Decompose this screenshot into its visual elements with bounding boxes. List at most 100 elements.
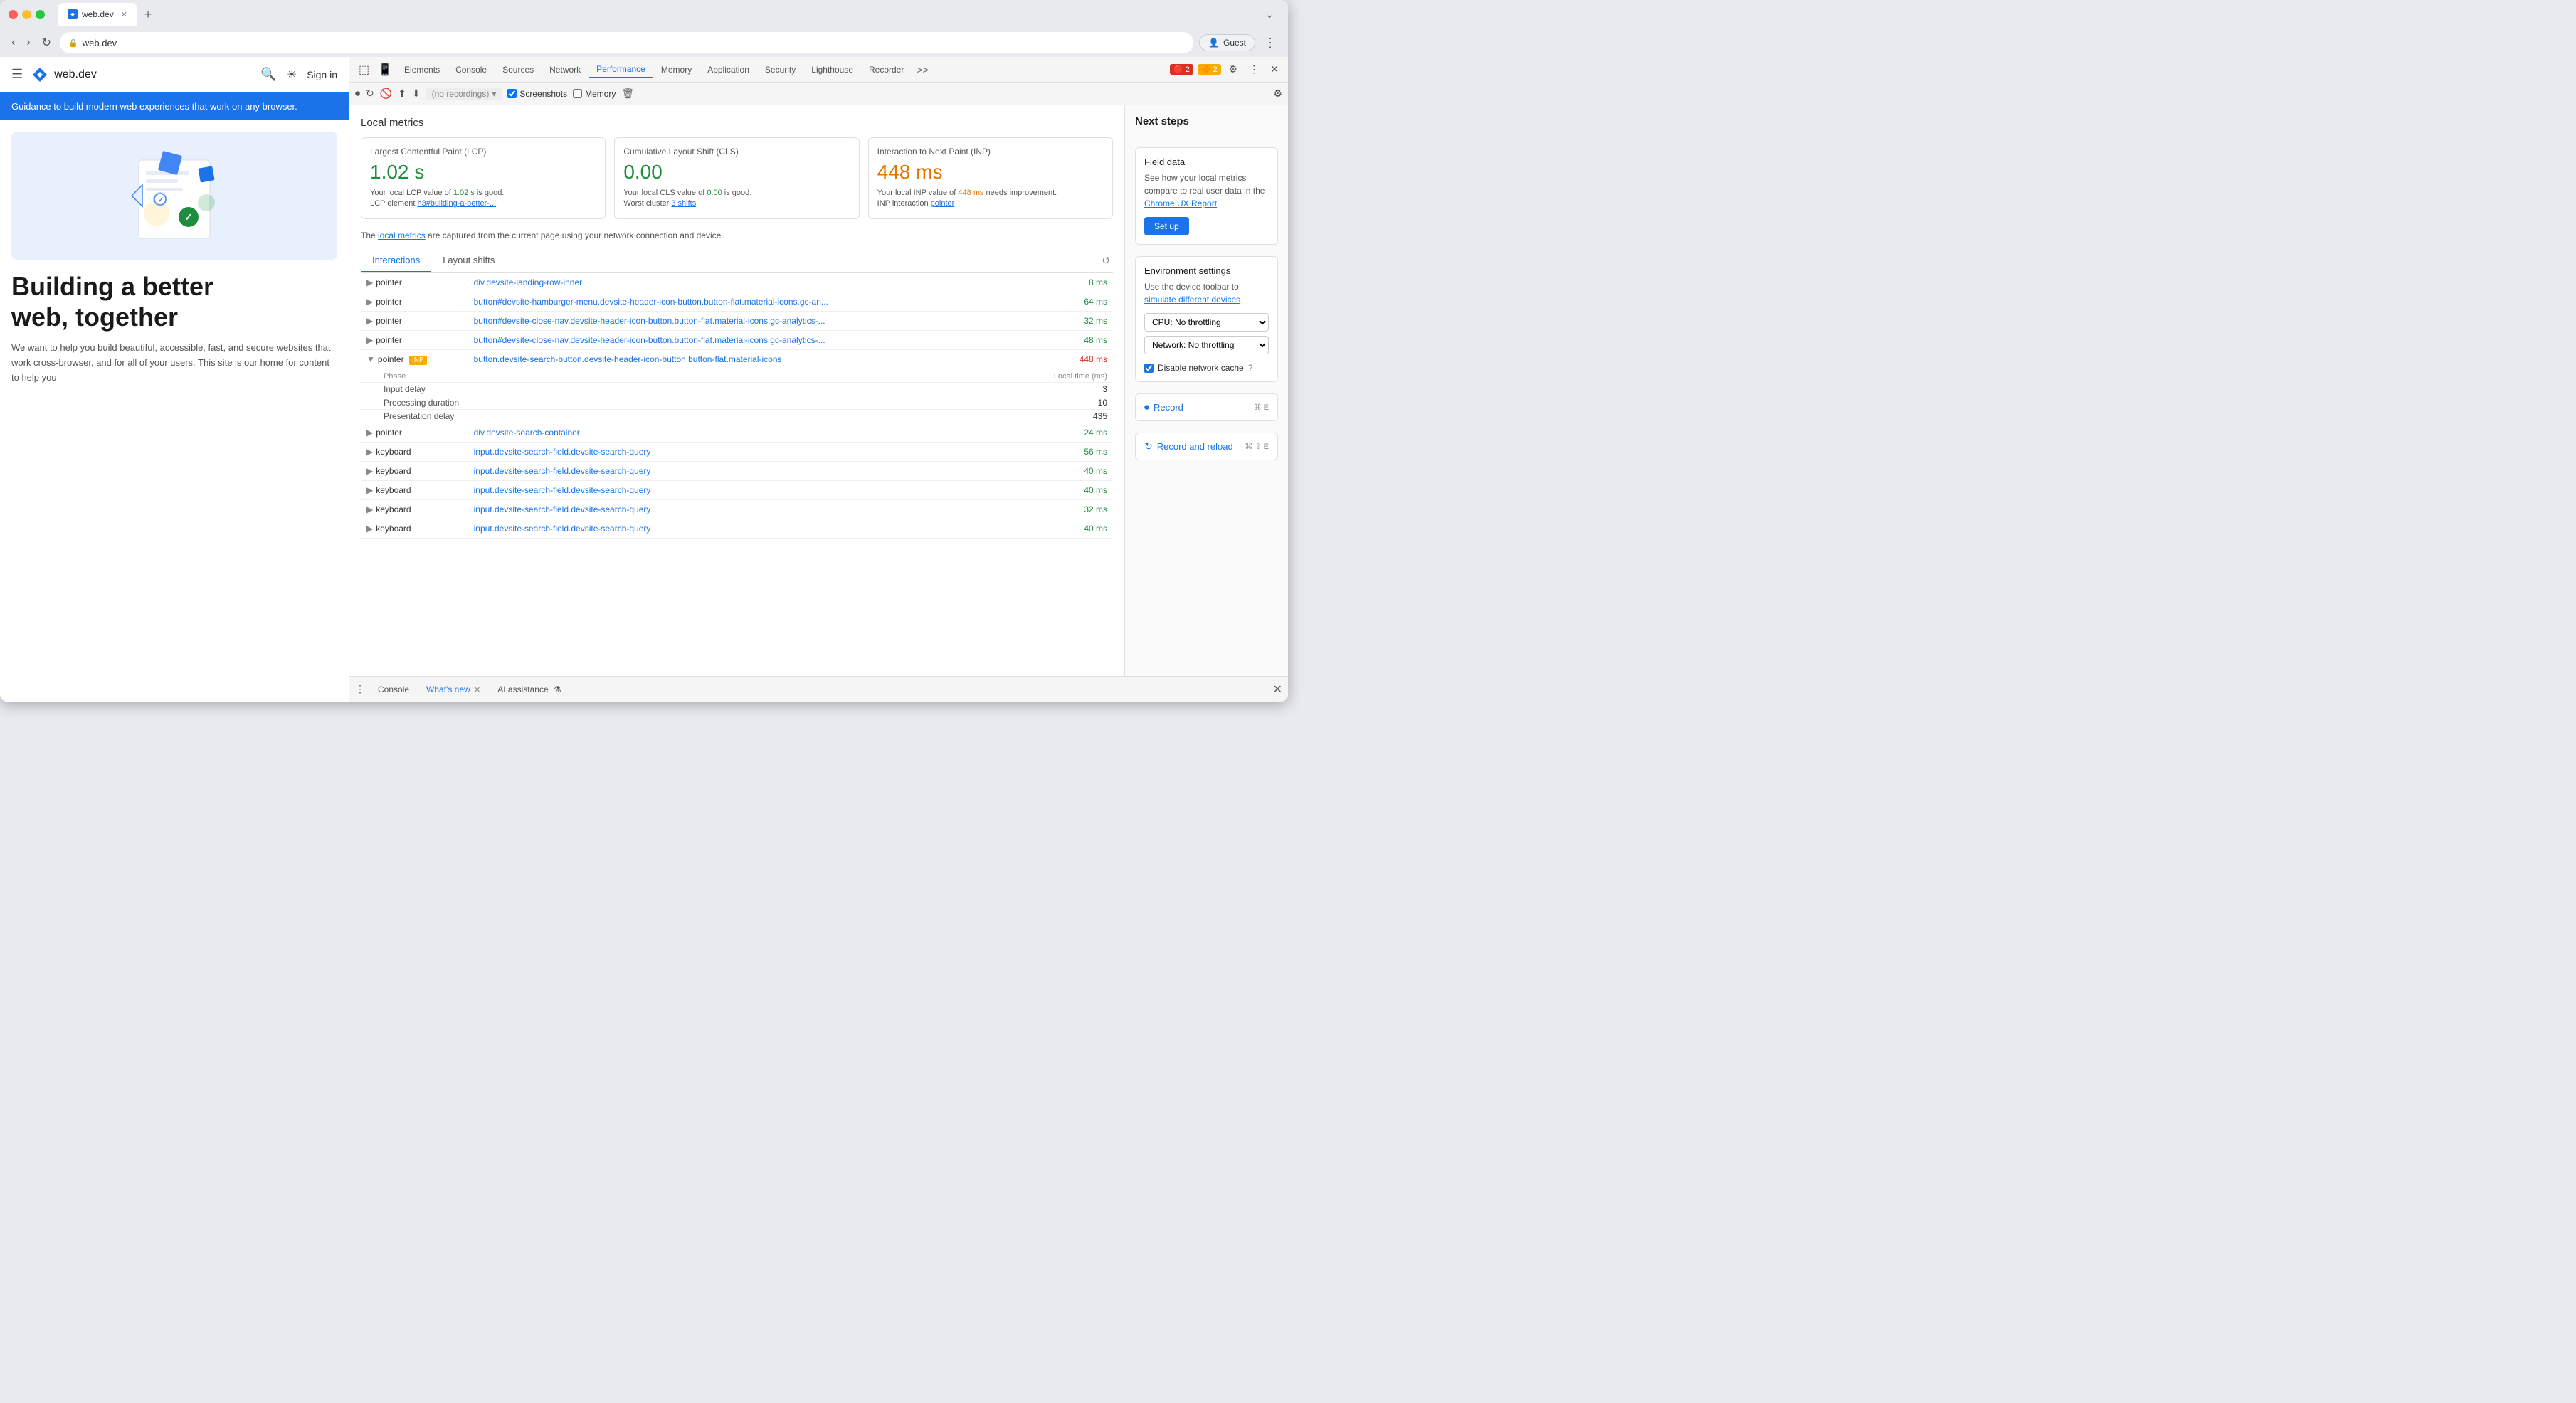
row-expand-button[interactable]: ▶ bbox=[366, 504, 373, 514]
reload-button[interactable]: ↻ bbox=[39, 33, 54, 53]
tab-security[interactable]: Security bbox=[758, 62, 803, 78]
row-expand-button[interactable]: ▶ bbox=[366, 524, 373, 534]
cpu-throttle-select[interactable]: CPU: No throttling CPU: 4× slowdown CPU:… bbox=[1144, 313, 1269, 332]
close-devtools-button[interactable]: ✕ bbox=[1267, 61, 1282, 78]
setup-button[interactable]: Set up bbox=[1144, 217, 1189, 235]
interaction-selector[interactable]: button#devsite-close-nav.devsite-header-… bbox=[474, 316, 825, 326]
bottom-tab-ai-assistance[interactable]: AI assistance ⚗ bbox=[490, 682, 568, 697]
chrome-ux-report-link[interactable]: Chrome UX Report bbox=[1144, 198, 1217, 208]
row-expand-button[interactable]: ▶ bbox=[366, 297, 373, 307]
disable-cache-checkbox[interactable] bbox=[1144, 364, 1154, 373]
row-expand-button[interactable]: ▶ bbox=[366, 277, 373, 287]
record-reload-button[interactable]: ↻ Record and reload ⌘ ⇧ E bbox=[1135, 433, 1278, 460]
maximize-traffic-light[interactable] bbox=[36, 10, 45, 19]
interaction-selector[interactable]: input.devsite-search-field.devsite-searc… bbox=[474, 504, 651, 514]
row-expand-button[interactable]: ▶ bbox=[366, 447, 373, 457]
bottom-tab-console[interactable]: Console bbox=[371, 682, 416, 697]
lcp-element-link[interactable]: h3#building-a-better-... bbox=[417, 199, 496, 208]
theme-toggle-button[interactable]: ☀ bbox=[287, 68, 297, 82]
row-expand-button[interactable]: ▶ bbox=[366, 466, 373, 476]
site-name-text: web.dev bbox=[54, 68, 97, 81]
interaction-selector[interactable]: input.devsite-search-field.devsite-searc… bbox=[474, 466, 651, 476]
more-tabs-button[interactable]: >> bbox=[912, 61, 932, 78]
tab-network[interactable]: Network bbox=[542, 62, 588, 78]
screenshots-checkbox[interactable] bbox=[507, 89, 517, 98]
simulate-devices-link[interactable]: simulate different devices bbox=[1144, 295, 1240, 305]
whats-new-close-button[interactable]: ✕ bbox=[474, 686, 480, 694]
interaction-selector[interactable]: button#devsite-hamburger-menu.devsite-he… bbox=[474, 297, 828, 307]
row-expand-button[interactable]: ▼ bbox=[366, 354, 375, 364]
tab-lighthouse[interactable]: Lighthouse bbox=[804, 62, 860, 78]
clear-button[interactable]: 🚫 bbox=[380, 88, 392, 100]
tab-sources-label: Sources bbox=[502, 65, 534, 75]
performance-settings-button[interactable]: ⚙ bbox=[1273, 88, 1282, 100]
record-button[interactable]: ⏺ Record ⌘ E bbox=[1135, 393, 1278, 421]
interaction-selector[interactable]: div.devsite-landing-row-inner bbox=[474, 277, 583, 287]
cls-metric-card: Cumulative Layout Shift (CLS) 0.00 Your … bbox=[614, 137, 859, 219]
settings-button[interactable]: ⚙ bbox=[1225, 61, 1242, 78]
tab-recorder[interactable]: Recorder bbox=[862, 62, 911, 78]
table-row: ▶keyboard input.devsite-search-field.dev… bbox=[361, 499, 1113, 519]
disable-cache-row[interactable]: Disable network cache ? bbox=[1144, 363, 1269, 373]
bottom-tab-whats-new[interactable]: What's new ✕ bbox=[419, 682, 487, 697]
forward-button[interactable]: › bbox=[23, 33, 33, 52]
browser-menu-button[interactable]: ⋮ bbox=[1261, 33, 1279, 53]
row-expand-button[interactable]: ▶ bbox=[366, 335, 373, 345]
device-toolbar-button[interactable]: 📱 bbox=[374, 61, 396, 78]
tab-performance[interactable]: Performance bbox=[589, 61, 653, 78]
window-collapse-button[interactable]: ⌄ bbox=[1260, 6, 1279, 23]
record-button[interactable]: ⏺ bbox=[355, 88, 360, 100]
interaction-selector[interactable]: button.devsite-search-button.devsite-hea… bbox=[474, 354, 782, 364]
tab-close-button[interactable]: ✕ bbox=[121, 10, 127, 19]
collect-garbage-button[interactable]: 🗑 bbox=[621, 88, 634, 100]
minimize-traffic-light[interactable] bbox=[22, 10, 31, 19]
tab-layout-shifts[interactable]: Layout shifts bbox=[431, 249, 506, 272]
save-profile-button[interactable]: ⬇ bbox=[412, 88, 421, 100]
new-tab-button[interactable]: + bbox=[140, 7, 157, 22]
hamburger-menu-button[interactable]: ☰ bbox=[11, 67, 23, 82]
url-text: web.dev bbox=[83, 38, 117, 48]
site-search-button[interactable]: 🔍 bbox=[260, 67, 276, 82]
close-bottom-panel-button[interactable]: ✕ bbox=[1273, 682, 1282, 697]
interaction-selector[interactable]: input.devsite-search-field.devsite-searc… bbox=[474, 524, 651, 534]
refresh-interactions-button[interactable]: ↺ bbox=[1099, 252, 1113, 270]
memory-checkbox-container[interactable]: Memory bbox=[573, 89, 616, 99]
interaction-selector[interactable]: input.devsite-search-field.devsite-searc… bbox=[474, 485, 651, 495]
sign-in-button[interactable]: Sign in bbox=[307, 69, 337, 80]
tab-application[interactable]: Application bbox=[700, 62, 756, 78]
inp-interaction-link[interactable]: pointer bbox=[931, 199, 955, 208]
inspect-element-button[interactable]: ⬚ bbox=[355, 61, 373, 78]
memory-checkbox[interactable] bbox=[573, 89, 582, 98]
back-button[interactable]: ‹ bbox=[9, 33, 18, 52]
interaction-selector[interactable]: div.devsite-search-container bbox=[474, 428, 580, 438]
screenshots-checkbox-container[interactable]: Screenshots bbox=[507, 89, 567, 99]
lcp-label: Largest Contentful Paint (LCP) bbox=[370, 147, 596, 157]
row-expand-button[interactable]: ▶ bbox=[366, 316, 373, 326]
tab-memory[interactable]: Memory bbox=[654, 62, 699, 78]
row-expand-button[interactable]: ▶ bbox=[366, 428, 373, 438]
record-reload-label: Record and reload bbox=[1157, 441, 1233, 452]
url-input[interactable]: 🔒 web.dev bbox=[60, 32, 1193, 53]
interaction-selector[interactable]: input.devsite-search-field.devsite-searc… bbox=[474, 447, 651, 457]
browser-tab[interactable]: web.dev ✕ bbox=[58, 3, 137, 26]
reload-record-button[interactable]: ↻ bbox=[366, 88, 374, 100]
page-heading: Building a better web, together bbox=[11, 271, 337, 332]
close-traffic-light[interactable] bbox=[9, 10, 18, 19]
dropdown-icon[interactable]: ▾ bbox=[492, 89, 496, 99]
interaction-type: keyboard bbox=[376, 485, 411, 495]
row-expand-button[interactable]: ▶ bbox=[366, 485, 373, 495]
cls-shifts-link[interactable]: 3 shifts bbox=[671, 199, 696, 208]
more-options-button[interactable]: ⋮ bbox=[1245, 61, 1262, 78]
bottom-bar-menu-button[interactable]: ⋮ bbox=[355, 683, 365, 695]
disable-cache-help-icon[interactable]: ? bbox=[1248, 363, 1253, 373]
tab-sources[interactable]: Sources bbox=[495, 62, 541, 78]
local-metrics-link[interactable]: local metrics bbox=[378, 231, 426, 240]
guest-button[interactable]: 👤 Guest bbox=[1199, 34, 1255, 51]
tab-console[interactable]: Console bbox=[448, 62, 494, 78]
network-throttle-select[interactable]: Network: No throttling Network: Fast 3G … bbox=[1144, 336, 1269, 354]
no-recordings-text: (no recordings) bbox=[432, 89, 490, 99]
load-profile-button[interactable]: ⬆ bbox=[398, 88, 406, 100]
tab-interactions[interactable]: Interactions bbox=[361, 249, 431, 272]
interaction-selector[interactable]: button#devsite-close-nav.devsite-header-… bbox=[474, 335, 825, 345]
tab-elements[interactable]: Elements bbox=[397, 62, 447, 78]
